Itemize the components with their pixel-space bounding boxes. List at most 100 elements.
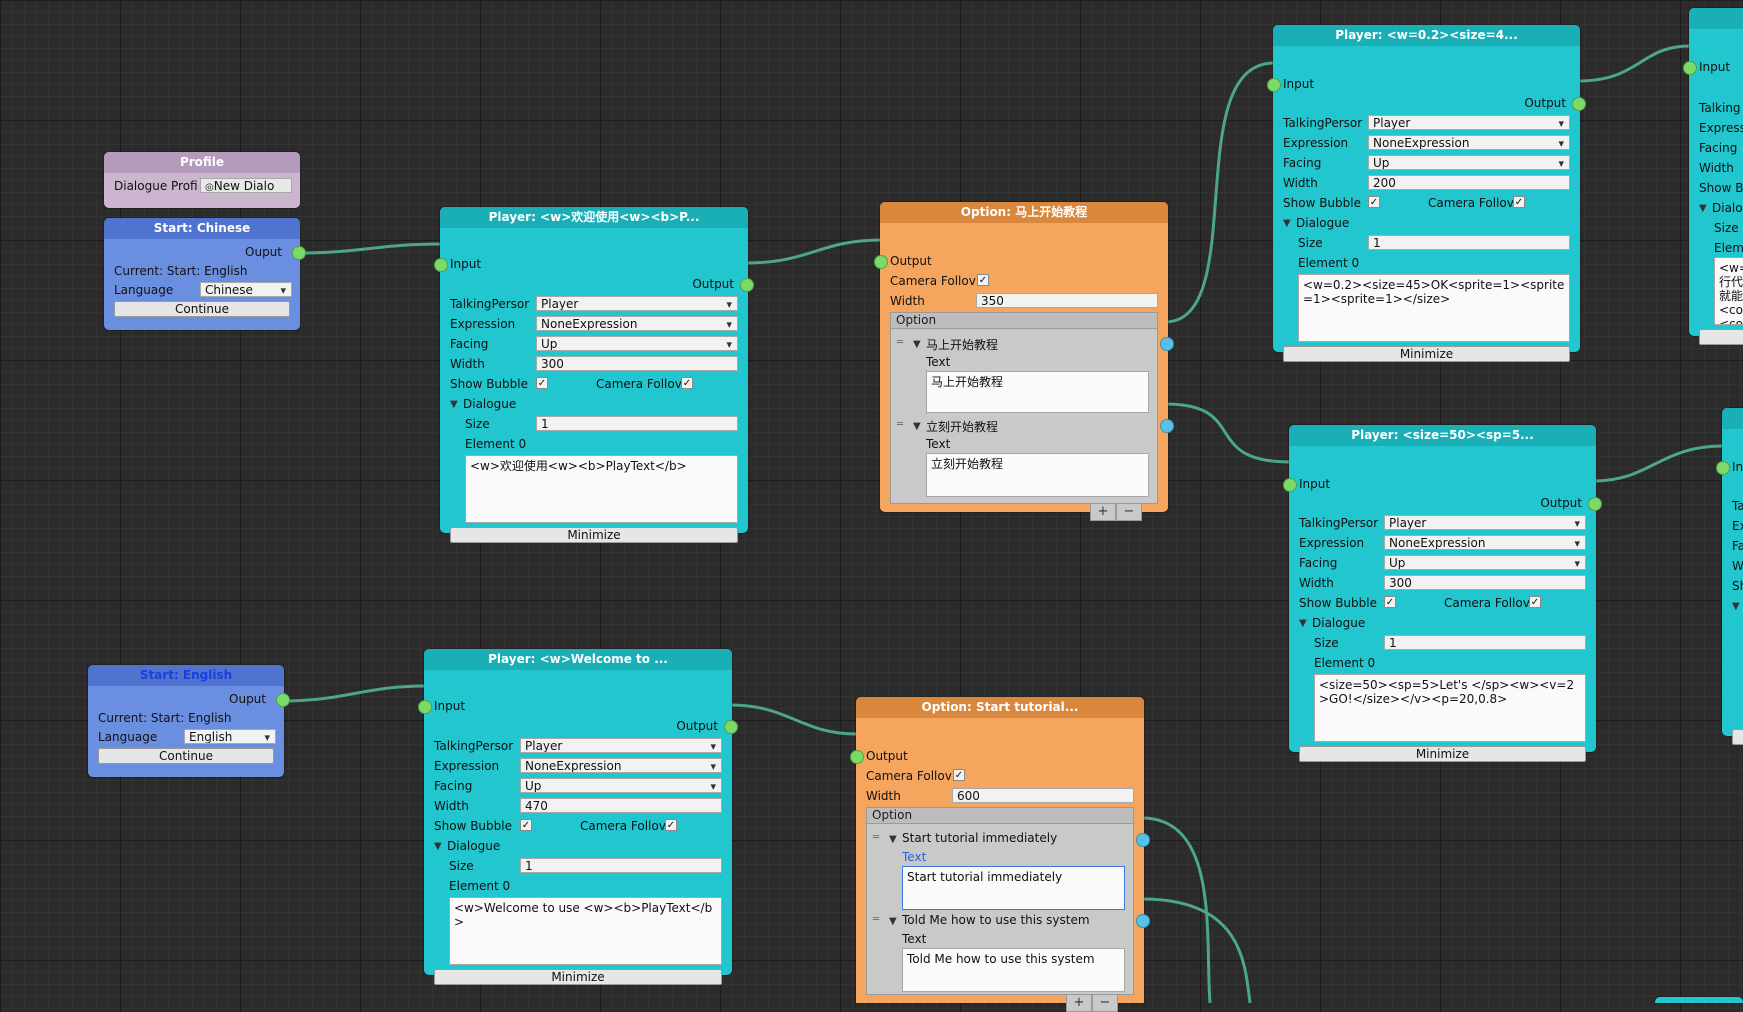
player-node-partial-top[interactable]: Input Talking Express Facing Width Show …: [1683, 8, 1743, 345]
drag-handle-icon[interactable]: ═: [897, 337, 903, 348]
option-text-area[interactable]: Told Me how to use this system: [902, 948, 1125, 992]
dialogue-foldout-icon[interactable]: ▼: [450, 399, 458, 410]
drag-handle-icon[interactable]: ═: [897, 419, 903, 430]
profile-node[interactable]: Profile Dialogue Profi ◎New Dialo: [104, 152, 300, 208]
add-option-button[interactable]: +: [1090, 504, 1116, 521]
element0-textarea[interactable]: <size=50><sp=5>Let's </sp><w><v=2>GO!</s…: [1314, 674, 1586, 742]
option-output-port[interactable]: [1160, 337, 1174, 351]
input-port[interactable]: [1683, 61, 1697, 75]
drag-handle-icon[interactable]: ═: [873, 914, 879, 925]
input-port[interactable]: [1716, 461, 1730, 475]
element0-textarea[interactable]: <w= 行代码 就能让 <colo <colo: [1714, 257, 1743, 325]
expression-dropdown[interactable]: NoneExpression: [520, 758, 722, 773]
remove-option-button[interactable]: −: [1116, 504, 1142, 521]
start-chinese-node[interactable]: Start: Chinese Ouput Current: Start: Eng…: [104, 218, 306, 330]
output-port[interactable]: [724, 720, 738, 734]
output-port[interactable]: [740, 278, 754, 292]
minimize-button[interactable]: [1699, 329, 1743, 345]
width-input[interactable]: 600: [952, 788, 1134, 803]
dialogue-foldout-icon[interactable]: ▼: [1699, 203, 1707, 214]
width-input[interactable]: 300: [1384, 575, 1586, 590]
dialogue-profile-field[interactable]: ◎New Dialo: [200, 178, 292, 193]
size-input[interactable]: 1: [1368, 235, 1570, 250]
size-input[interactable]: 1: [536, 416, 738, 431]
option-output-port[interactable]: [1136, 914, 1150, 928]
option-output-port[interactable]: [1160, 419, 1174, 433]
talking-person-dropdown[interactable]: Player: [1384, 515, 1586, 530]
facing-dropdown[interactable]: Up: [1368, 155, 1570, 170]
expression-dropdown[interactable]: NoneExpression: [1384, 535, 1586, 550]
element0-textarea[interactable]: <w>欢迎使用<w><b>PlayText</b>: [465, 455, 738, 523]
option-text-area[interactable]: 立刻开始教程: [926, 453, 1149, 497]
expression-dropdown[interactable]: NoneExpression: [1368, 135, 1570, 150]
output-port[interactable]: [874, 255, 888, 269]
element0-textarea[interactable]: <w>Welcome to use <w><b>PlayText</b>: [449, 897, 722, 965]
player-node-partial-bottom[interactable]: Inp Ta Ex Fa W Sh ▼: [1716, 408, 1743, 745]
option-text-area[interactable]: Start tutorial immediately: [902, 866, 1125, 910]
show-bubble-checkbox[interactable]: ✓: [1368, 196, 1380, 208]
minimize-button[interactable]: Minimize: [1299, 746, 1586, 762]
language-dropdown[interactable]: English: [184, 729, 276, 744]
player-node-english[interactable]: Player: <w>Welcome to ... Input Output T…: [418, 649, 738, 985]
talking-person-dropdown[interactable]: Player: [536, 296, 738, 311]
player-node-right-top[interactable]: Player: <w=0.2><size=4... Input Output T…: [1267, 25, 1586, 362]
camera-follow-checkbox[interactable]: ✓: [681, 377, 693, 389]
dialogue-foldout-icon[interactable]: ▼: [1732, 601, 1740, 612]
continue-button[interactable]: Continue: [114, 301, 290, 317]
option-text-area[interactable]: 马上开始教程: [926, 371, 1149, 413]
camera-follow-checkbox[interactable]: ✓: [953, 769, 965, 781]
minimize-button[interactable]: Minimize: [1283, 346, 1570, 362]
input-port[interactable]: [418, 700, 432, 714]
show-bubble-checkbox[interactable]: ✓: [520, 819, 532, 831]
player-node-chinese[interactable]: Player: <w>欢迎使用<w><b>P... Input Output T…: [434, 207, 754, 543]
facing-dropdown[interactable]: Up: [1384, 555, 1586, 570]
talking-person-dropdown[interactable]: Player: [520, 738, 722, 753]
language-dropdown[interactable]: Chinese: [200, 282, 292, 297]
camera-follow-checkbox[interactable]: ✓: [1513, 196, 1525, 208]
facing-dropdown[interactable]: Up: [536, 336, 738, 351]
minimize-button[interactable]: Minimize: [450, 527, 738, 543]
continue-button[interactable]: Continue: [98, 748, 274, 764]
width-input[interactable]: 300: [536, 356, 738, 371]
minimize-button[interactable]: Minimize: [434, 969, 722, 985]
expression-dropdown[interactable]: NoneExpression: [536, 316, 738, 331]
dialogue-foldout-icon[interactable]: ▼: [1299, 618, 1307, 629]
option-foldout-icon[interactable]: ▼: [889, 916, 897, 927]
option-foldout-icon[interactable]: ▼: [913, 339, 921, 350]
camera-follow-checkbox[interactable]: ✓: [977, 274, 989, 286]
option-node-english[interactable]: Option: Start tutorial... Output Camera …: [850, 697, 1150, 1012]
minimize-button[interactable]: [1732, 729, 1743, 745]
node-partial-bottom-edge[interactable]: [1655, 997, 1743, 1003]
option-foldout-icon[interactable]: ▼: [913, 421, 921, 432]
input-port[interactable]: [1267, 78, 1281, 92]
output-port[interactable]: [1588, 497, 1602, 511]
dialogue-foldout-icon[interactable]: ▼: [434, 841, 442, 852]
output-port[interactable]: [850, 750, 864, 764]
option-foldout-icon[interactable]: ▼: [889, 834, 897, 845]
size-input[interactable]: 1: [520, 858, 722, 873]
facing-dropdown[interactable]: Up: [520, 778, 722, 793]
input-port[interactable]: [1283, 478, 1297, 492]
element0-textarea[interactable]: <w=0.2><size=45>OK<sprite=1><sprite=1><s…: [1298, 274, 1570, 342]
add-option-button[interactable]: +: [1066, 995, 1092, 1012]
camera-follow-checkbox[interactable]: ✓: [665, 819, 677, 831]
width-input[interactable]: 200: [1368, 175, 1570, 190]
player-node-right-bottom[interactable]: Player: <size=50><sp=5... Input Output T…: [1283, 425, 1602, 762]
start-english-node[interactable]: Start: English Ouput Current: Start: Eng…: [88, 665, 290, 777]
output-port[interactable]: [292, 246, 306, 260]
camera-follow-checkbox[interactable]: ✓: [1529, 596, 1541, 608]
size-input[interactable]: 1: [1384, 635, 1586, 650]
drag-handle-icon[interactable]: ═: [873, 832, 879, 843]
output-port[interactable]: [1572, 97, 1586, 111]
width-input[interactable]: 470: [520, 798, 722, 813]
option-node-chinese[interactable]: Option: 马上开始教程 Output Camera Follov ✓ Wi…: [874, 202, 1174, 521]
show-bubble-checkbox[interactable]: ✓: [1384, 596, 1396, 608]
talking-person-dropdown[interactable]: Player: [1368, 115, 1570, 130]
input-port[interactable]: [434, 258, 448, 272]
output-port[interactable]: [276, 693, 290, 707]
width-input[interactable]: 350: [976, 293, 1158, 308]
show-bubble-checkbox[interactable]: ✓: [536, 377, 548, 389]
option-output-port[interactable]: [1136, 833, 1150, 847]
dialogue-foldout-icon[interactable]: ▼: [1283, 218, 1291, 229]
remove-option-button[interactable]: −: [1092, 995, 1118, 1012]
